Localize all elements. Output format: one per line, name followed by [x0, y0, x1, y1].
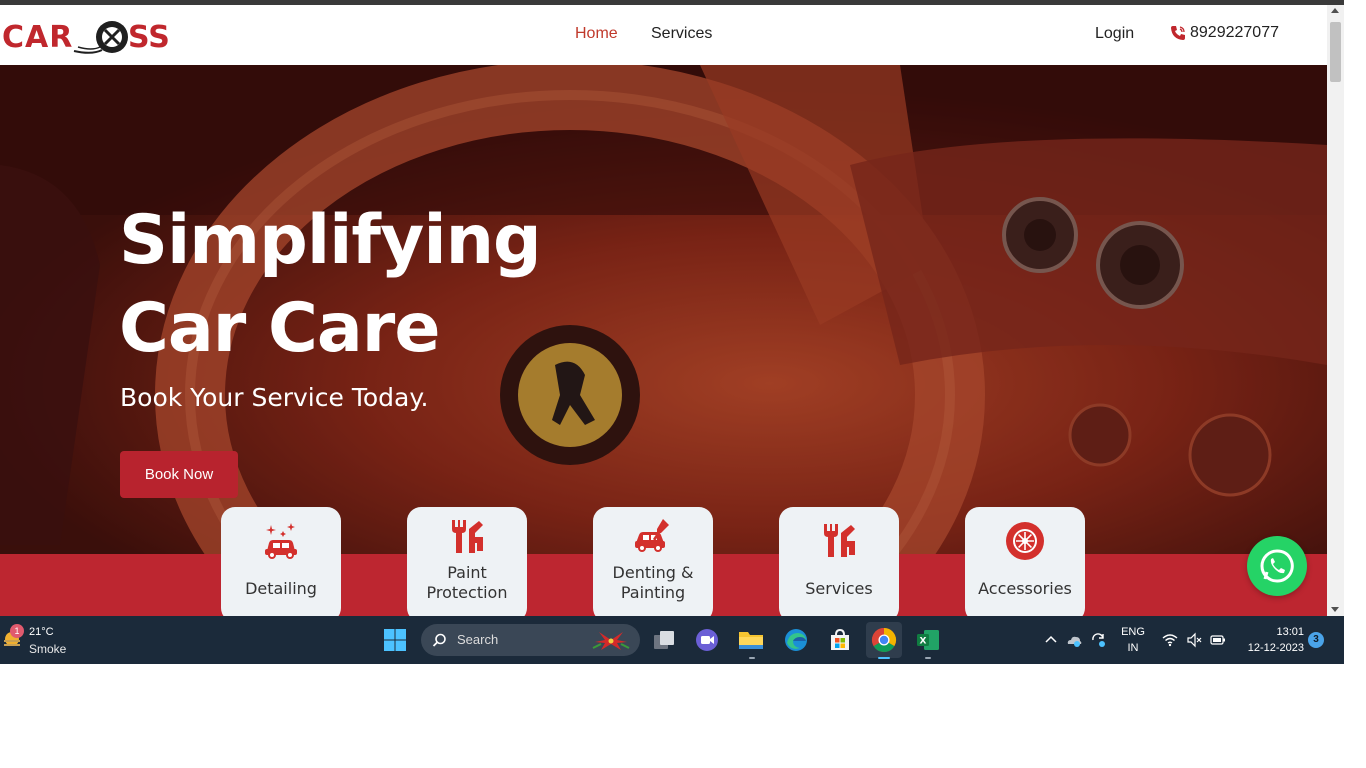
wifi-icon[interactable]	[1162, 632, 1178, 648]
svg-text:SS: SS	[128, 20, 170, 55]
excel-button[interactable]: X	[913, 625, 943, 655]
teams-chat-button[interactable]	[692, 625, 722, 655]
card-denting-painting[interactable]: Denting & Painting	[593, 507, 713, 616]
nav-login-link[interactable]: Login	[1095, 25, 1134, 43]
svg-text:X: X	[920, 637, 927, 647]
chevron-up-icon[interactable]	[1043, 632, 1059, 648]
card-paint-protection[interactable]: Paint Protection	[407, 507, 527, 616]
tools-icon	[824, 524, 855, 557]
poinsettia-highlight-icon	[592, 632, 630, 650]
card-services[interactable]: Services	[779, 507, 899, 616]
weather-temperature[interactable]: 21°C	[29, 626, 54, 638]
hero-title-line1: Simplifying	[119, 201, 542, 280]
nav-services-link[interactable]: Services	[651, 25, 712, 43]
excel-running-indicator	[925, 657, 931, 659]
edge-browser-icon	[785, 629, 807, 651]
book-now-button[interactable]: Book Now	[120, 451, 238, 498]
weather-badge: 1	[10, 624, 24, 638]
start-button[interactable]	[380, 625, 410, 655]
page-scrollbar[interactable]	[1327, 5, 1344, 616]
phone-number: 8929227077	[1190, 24, 1279, 41]
taskbar-search-box[interactable]: Search	[421, 624, 640, 656]
language-region[interactable]: IN	[1118, 642, 1148, 654]
page-viewport: CAR SS Home Services Login 8929227077 Si…	[0, 5, 1327, 616]
card-label-line2: Painting	[620, 583, 686, 602]
car-sparkle-icon	[265, 523, 297, 559]
whatsapp-icon	[1260, 549, 1294, 583]
store-bag-icon	[831, 628, 849, 650]
task-view-button[interactable]	[649, 625, 679, 655]
car-paint-icon	[635, 519, 669, 552]
microsoft-store-button[interactable]	[825, 625, 855, 655]
windows-logo-icon	[384, 629, 406, 651]
scroll-down-arrow[interactable]	[1331, 607, 1339, 612]
chrome-icon	[871, 628, 897, 653]
scroll-up-arrow[interactable]	[1331, 8, 1339, 13]
notification-count-badge[interactable]: 3	[1308, 632, 1324, 648]
excel-icon: X	[917, 630, 939, 650]
file-explorer-button[interactable]	[736, 625, 766, 655]
battery-icon[interactable]	[1210, 632, 1226, 648]
scroll-thumb[interactable]	[1330, 22, 1341, 82]
phone-icon	[1171, 26, 1185, 40]
card-accessories[interactable]: Accessories	[965, 507, 1085, 616]
clock-time[interactable]: 13:01	[1262, 626, 1304, 638]
weather-description[interactable]: Smoke	[29, 642, 66, 656]
teams-chat-icon	[696, 629, 718, 651]
hero-title-line2: Car Care	[119, 289, 440, 368]
card-label: Services	[805, 579, 873, 598]
hero-section: Simplifying Car Care Book Your Service T…	[0, 65, 1327, 555]
search-icon	[432, 633, 446, 647]
language-code[interactable]: ENG	[1118, 626, 1148, 638]
folder-icon	[739, 632, 763, 649]
windows-taskbar: 1 21°C Smoke Search X ENG IN 13:01 12-12…	[0, 616, 1344, 664]
volume-muted-icon[interactable]	[1186, 632, 1202, 648]
caross-logo[interactable]: CAR SS	[2, 17, 197, 57]
chrome-button[interactable]	[866, 622, 902, 658]
onedrive-icon[interactable]	[1066, 632, 1082, 648]
edge-button[interactable]	[781, 625, 811, 655]
task-view-icon	[654, 631, 674, 649]
card-label: Detailing	[245, 579, 317, 598]
hero-subtitle: Book Your Service Today.	[120, 383, 429, 412]
card-label-line1: Paint	[447, 563, 487, 582]
phone-link[interactable]: 8929227077	[1170, 24, 1279, 42]
card-label-line1: Denting &	[612, 563, 694, 582]
whatsapp-chat-button[interactable]	[1247, 536, 1307, 596]
chrome-active-indicator	[878, 657, 890, 659]
nav-home-link[interactable]: Home	[575, 25, 618, 43]
card-label: Accessories	[978, 579, 1072, 598]
sync-icon[interactable]	[1090, 632, 1106, 648]
wheel-icon	[1006, 522, 1044, 560]
svg-text:CAR: CAR	[2, 20, 73, 55]
search-placeholder: Search	[457, 632, 499, 647]
explorer-running-indicator	[749, 657, 755, 659]
clock-date[interactable]: 12-12-2023	[1238, 642, 1304, 654]
card-detailing[interactable]: Detailing	[221, 507, 341, 616]
tools-icon	[452, 520, 483, 553]
card-label-line2: Protection	[426, 583, 508, 602]
hero-title: Simplifying Car Care	[119, 197, 639, 373]
site-header: CAR SS Home Services Login 8929227077	[0, 5, 1327, 65]
